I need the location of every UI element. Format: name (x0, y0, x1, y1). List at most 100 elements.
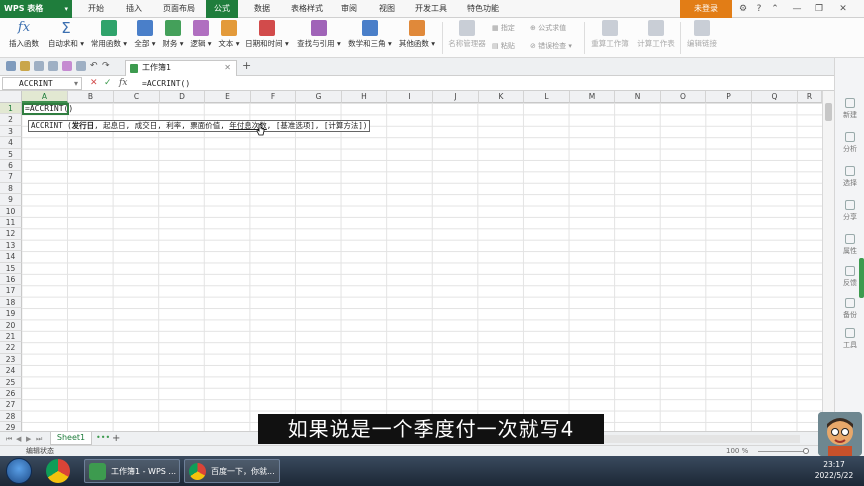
prev-sheet-icon[interactable]: ◀ (16, 432, 21, 446)
column-header[interactable]: K (479, 91, 524, 103)
vertical-scrollbar[interactable] (822, 91, 834, 431)
math-functions-button[interactable]: 数学和三角 ▾ (346, 20, 394, 56)
taskbar-wps-window[interactable]: 工作簿1 - WPS ... (84, 459, 180, 483)
row-header[interactable]: 13 (0, 239, 22, 252)
open-icon[interactable] (20, 61, 30, 71)
column-header[interactable]: J (433, 91, 479, 103)
print-preview-icon[interactable] (48, 61, 58, 71)
error-check-button[interactable]: ⊘ 错误检查 ▾ (530, 40, 572, 52)
row-header[interactable]: 1 (0, 103, 22, 115)
name-manager-button[interactable]: 名称管理器 (446, 20, 488, 56)
text-functions-button[interactable]: 文本 ▾ (216, 20, 242, 56)
row-header[interactable]: 19 (0, 308, 22, 320)
tab-page-layout[interactable]: 页面布局 (156, 0, 202, 18)
row-header[interactable]: 18 (0, 296, 22, 309)
row-header[interactable]: 21 (0, 331, 22, 343)
column-header[interactable]: F (251, 91, 296, 103)
row-header[interactable]: 15 (0, 262, 22, 274)
print-icon[interactable] (34, 61, 44, 71)
side-properties-button[interactable]: 属性 (835, 234, 864, 256)
sheet-tab-sheet1[interactable]: Sheet1 (50, 432, 92, 445)
help-icon[interactable]: ? (752, 0, 766, 18)
new-tab-icon[interactable]: + (242, 59, 251, 72)
edit-links-button[interactable]: 编辑链接 (684, 20, 720, 56)
paste-name-button[interactable]: ▤ 粘贴 (492, 40, 515, 52)
chrome-icon[interactable] (46, 459, 70, 483)
row-header[interactable]: 27 (0, 399, 22, 411)
taskbar-browser-window[interactable]: 百度一下，你就... (184, 459, 280, 483)
row-header[interactable]: 7 (0, 171, 22, 183)
row-header[interactable]: 4 (0, 137, 22, 149)
name-box[interactable]: ACCRINT ▾ (2, 77, 82, 90)
row-header[interactable]: 17 (0, 285, 22, 297)
column-header[interactable]: L (524, 91, 570, 103)
column-header[interactable]: B (68, 91, 114, 103)
column-header[interactable]: G (296, 91, 342, 103)
column-header[interactable]: E (205, 91, 251, 103)
row-header[interactable]: 20 (0, 319, 22, 331)
column-header[interactable]: I (387, 91, 433, 103)
tab-view[interactable]: 视图 (372, 0, 402, 18)
scroll-thumb[interactable] (825, 103, 832, 121)
zoom-slider[interactable] (758, 451, 808, 452)
formula-input[interactable]: =ACCRINT() (142, 77, 190, 90)
restore-icon[interactable]: ❐ (812, 0, 826, 18)
login-button[interactable]: 未登录 (680, 0, 732, 18)
row-header[interactable]: 12 (0, 228, 22, 240)
row-header[interactable]: 5 (0, 148, 22, 160)
side-backup-button[interactable]: 备份 (835, 298, 864, 320)
tab-insert[interactable]: 插入 (118, 0, 150, 18)
pdf-icon[interactable] (76, 61, 86, 71)
collapse-ribbon-icon[interactable]: ⌃ (768, 0, 782, 18)
autosum-button[interactable]: Σ 自动求和 ▾ (46, 20, 86, 56)
column-header[interactable]: P (706, 91, 752, 103)
tab-data[interactable]: 数据 (246, 0, 278, 18)
next-sheet-icon[interactable]: ▶ (26, 432, 31, 446)
confirm-icon[interactable]: ✓ (104, 76, 112, 91)
redo-icon[interactable]: ↷ (102, 61, 112, 71)
row-header[interactable]: 8 (0, 182, 22, 195)
tab-developer[interactable]: 开发工具 (408, 0, 454, 18)
side-select-button[interactable]: 选择 (835, 166, 864, 188)
row-header[interactable]: 25 (0, 376, 22, 388)
side-analyze-button[interactable]: 分析 (835, 132, 864, 154)
minimize-icon[interactable]: — (790, 0, 804, 18)
wps-app-button[interactable]: WPS 表格 ▾ (0, 0, 72, 18)
row-header[interactable]: 28 (0, 410, 22, 423)
panel-toggle-handle[interactable] (859, 258, 864, 298)
tab-special[interactable]: 特色功能 (460, 0, 506, 18)
side-share-button[interactable]: 分享 (835, 200, 864, 222)
insert-function-button[interactable]: fx 插入函数 (6, 20, 42, 56)
column-header[interactable]: Q (752, 91, 798, 103)
finance-functions-button[interactable]: 财务 ▾ (160, 20, 186, 56)
active-cell-a1[interactable]: =ACCRINT() (22, 103, 73, 115)
row-header[interactable]: 3 (0, 125, 22, 138)
row-header[interactable]: 10 (0, 205, 22, 217)
common-functions-button[interactable]: 常用函数 ▾ (88, 20, 130, 56)
skin-icon[interactable]: ⚙ (736, 0, 750, 18)
select-all-corner[interactable] (0, 91, 22, 103)
undo-icon[interactable]: ↶ (90, 61, 100, 71)
column-header[interactable]: R (798, 91, 822, 103)
system-clock[interactable]: 23:17 2022/5/22 (808, 459, 860, 481)
close-tab-icon[interactable]: ✕ (224, 61, 231, 75)
all-functions-button[interactable]: 全部 ▾ (132, 20, 158, 56)
cancel-icon[interactable]: ✕ (90, 76, 98, 91)
row-header[interactable]: 22 (0, 342, 22, 354)
document-tab[interactable]: 工作簿1 ✕ (125, 60, 237, 76)
row-header[interactable]: 23 (0, 353, 22, 366)
formula-evaluate-button[interactable]: ⊕ 公式求值 (530, 22, 566, 34)
row-header[interactable]: 29 (0, 422, 22, 431)
horizontal-scrollbar[interactable] (600, 435, 800, 443)
tab-start[interactable]: 开始 (80, 0, 112, 18)
last-sheet-icon[interactable]: ⏭ (36, 432, 42, 446)
side-tools-button[interactable]: 工具 (835, 328, 864, 350)
row-header[interactable]: 26 (0, 388, 22, 400)
format-painter-icon[interactable] (62, 61, 72, 71)
row-header[interactable]: 14 (0, 251, 22, 263)
column-header[interactable]: C (114, 91, 160, 103)
logic-functions-button[interactable]: 逻辑 ▾ (188, 20, 214, 56)
start-button[interactable] (6, 458, 32, 484)
side-new-button[interactable]: 新建 (835, 98, 864, 120)
row-header[interactable]: 6 (0, 160, 22, 172)
